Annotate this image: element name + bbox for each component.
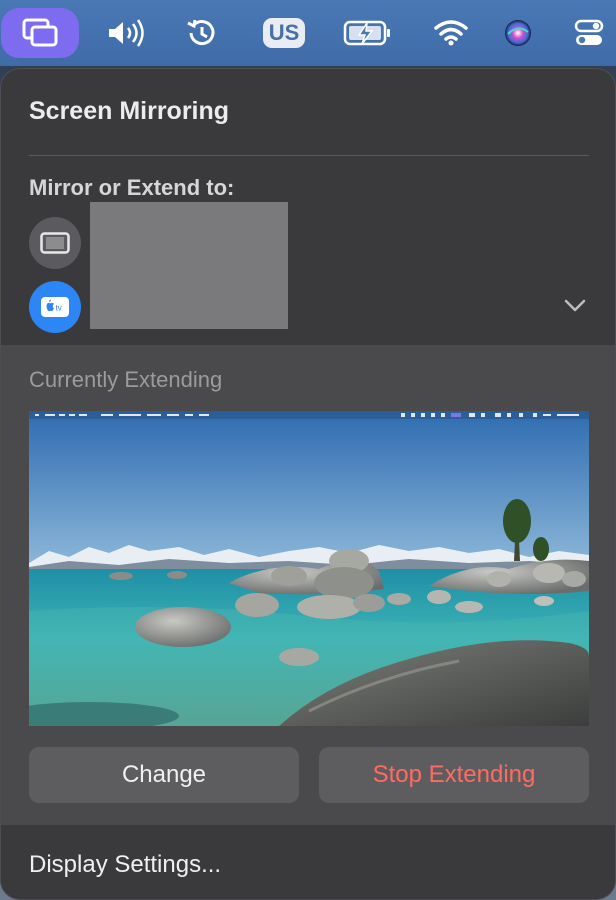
control-center-icon	[574, 19, 604, 45]
display-settings-link[interactable]: Display Settings...	[29, 851, 221, 879]
ipad-icon	[40, 232, 70, 254]
time-machine-icon	[187, 19, 215, 46]
wifi-button[interactable]	[428, 8, 474, 58]
battery-button[interactable]	[340, 8, 396, 58]
control-center-button[interactable]	[566, 8, 612, 58]
tv-badge-text: tv	[56, 304, 62, 313]
currently-extending-label: Currently Extending	[29, 367, 223, 392]
change-button[interactable]: Change	[29, 747, 299, 803]
panel-footer: Display Settings...	[1, 825, 615, 899]
battery-charging-icon	[343, 20, 390, 46]
divider	[29, 155, 589, 156]
screen-mirroring-button[interactable]	[1, 8, 79, 58]
siri-button[interactable]	[498, 8, 538, 58]
chevron-down-icon[interactable]	[563, 295, 587, 315]
time-machine-button[interactable]	[178, 8, 224, 58]
device-ipad[interactable]	[29, 217, 81, 269]
screen-mirroring-icon	[22, 18, 58, 47]
apple-tv-icon: tv	[41, 297, 69, 317]
extended-display-preview	[29, 411, 589, 726]
volume-icon	[109, 19, 144, 47]
stop-extending-button[interactable]: Stop Extending	[319, 747, 589, 803]
menu-bar: US	[0, 0, 616, 66]
panel-title: Screen Mirroring	[29, 97, 230, 125]
wifi-icon	[434, 20, 468, 46]
volume-button[interactable]	[100, 8, 152, 58]
input-source-label: US	[262, 18, 306, 48]
mirror-or-extend-label: Mirror or Extend to:	[29, 175, 235, 200]
screen-mirroring-panel: Screen Mirroring Mirror or Extend to: tv…	[0, 68, 616, 900]
device-names-redacted	[90, 202, 288, 329]
input-source-button[interactable]: US	[258, 8, 310, 58]
device-apple-tv[interactable]: tv	[29, 281, 81, 333]
siri-icon	[505, 20, 531, 46]
